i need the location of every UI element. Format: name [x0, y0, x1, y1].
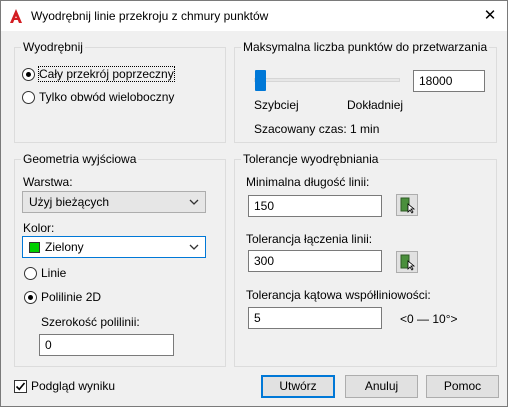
- color-swatch: [29, 241, 40, 253]
- pick-min-length-button[interactable]: [396, 194, 418, 216]
- min-length-label: Minimalna długość linii:: [246, 175, 370, 189]
- radio-polygon-perimeter-label: Tylko obwód wieloboczny: [39, 90, 175, 104]
- close-icon: ✕: [483, 7, 497, 24]
- radio-whole-section[interactable]: Cały przekrój poprzeczny: [22, 66, 175, 82]
- slider-accurate-label: Dokładniej: [347, 98, 404, 112]
- color-dropdown[interactable]: Zielony: [22, 236, 206, 258]
- radio-whole-section-indicator: [22, 67, 35, 81]
- angle-tolerance-input[interactable]: 5: [248, 307, 382, 329]
- radio-polygon-perimeter[interactable]: Tylko obwód wieloboczny: [22, 90, 174, 104]
- radio-2d-polylines-label: Polilinie 2D: [41, 290, 102, 304]
- preview-checkbox-box: [14, 379, 27, 393]
- title-bar: Wyodrębnij linie przekroju z chmury punk…: [1, 1, 507, 31]
- radio-whole-section-label: Cały przekrój poprzeczny: [38, 66, 175, 82]
- radio-lines-indicator: [24, 266, 37, 280]
- polyline-width-label: Szerokość polilinii:: [41, 315, 140, 329]
- preview-checkbox[interactable]: Podgląd wyniku: [14, 379, 115, 393]
- join-tolerance-label: Tolerancja łączenia linii:: [246, 232, 373, 246]
- extract-group-legend: Wyodrębnij: [21, 40, 85, 54]
- radio-lines-label: Linie: [41, 266, 67, 280]
- max-points-input[interactable]: 18000: [413, 70, 485, 92]
- layer-label: Warstwa:: [23, 175, 73, 189]
- dialog-window: Wyodrębnij linie przekroju z chmury punk…: [0, 0, 508, 407]
- create-button[interactable]: Utwórz: [261, 375, 335, 398]
- color-dropdown-value: Zielony: [45, 240, 84, 254]
- window-title: Wyodrębnij linie przekroju z chmury punk…: [31, 9, 269, 23]
- pick-point-icon: [400, 197, 416, 214]
- angle-tolerance-label: Tolerancja kątowa współliniowości:: [246, 288, 431, 302]
- cancel-button[interactable]: Anuluj: [345, 375, 418, 398]
- checkmark-icon: [15, 381, 26, 390]
- radio-2d-polylines[interactable]: Polilinie 2D: [24, 290, 101, 304]
- points-slider-thumb[interactable]: [255, 70, 267, 91]
- radio-2d-polylines-indicator: [24, 290, 37, 304]
- min-length-input[interactable]: 150: [248, 195, 382, 217]
- pick-join-tolerance-button[interactable]: [396, 251, 418, 273]
- chevron-down-icon: [189, 199, 199, 205]
- join-tolerance-input[interactable]: 300: [248, 250, 382, 272]
- angle-range-label: <0 — 10°>: [400, 312, 458, 326]
- pick-point-icon: [400, 254, 416, 271]
- layer-dropdown-value: Użyj bieżących: [29, 195, 110, 209]
- chevron-down-icon: [189, 244, 199, 250]
- radio-polygon-perimeter-indicator: [22, 90, 35, 104]
- preview-label: Podgląd wyniku: [31, 379, 116, 393]
- layer-dropdown[interactable]: Użyj bieżących: [22, 191, 206, 213]
- color-label: Kolor:: [23, 221, 55, 235]
- slider-faster-label: Szybciej: [254, 98, 299, 112]
- points-slider-track[interactable]: [254, 78, 400, 82]
- output-geometry-group-legend: Geometria wyjściowa: [21, 152, 139, 166]
- estimated-time-label: Szacowany czas: 1 min: [254, 122, 380, 136]
- tolerance-group-legend: Tolerancje wyodrębniania: [241, 152, 381, 166]
- radio-lines[interactable]: Linie: [24, 266, 66, 280]
- polyline-width-input[interactable]: 0: [39, 334, 174, 356]
- max-points-group-legend: Maksymalna liczba punktów do przetwarzan…: [241, 40, 490, 54]
- close-button[interactable]: ✕: [473, 1, 507, 31]
- autocad-logo-icon: [10, 9, 22, 23]
- help-button[interactable]: Pomoc: [426, 375, 499, 398]
